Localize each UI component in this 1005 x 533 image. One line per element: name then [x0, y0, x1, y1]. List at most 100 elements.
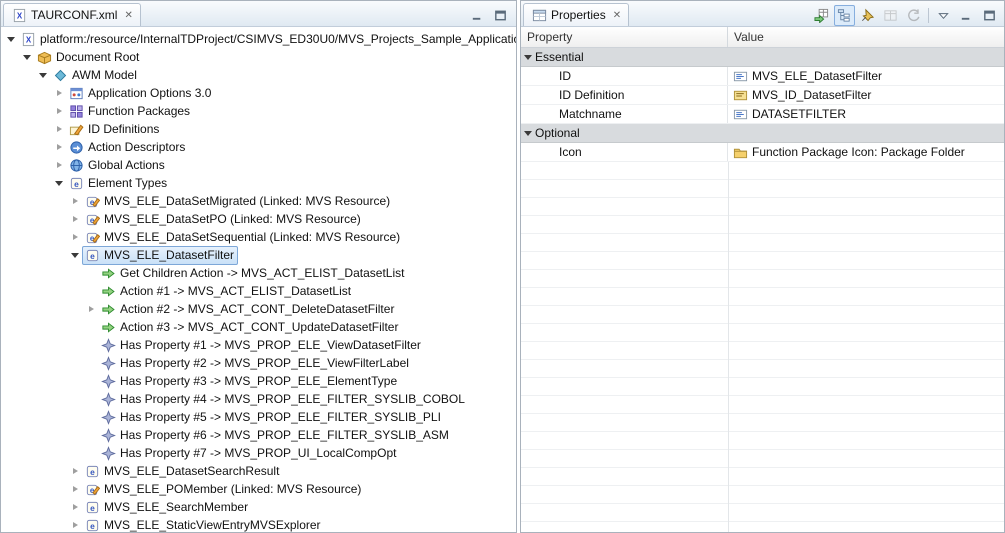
- expand-arrow-icon[interactable]: [68, 192, 82, 210]
- tree-item-content: eMVS_ELE_DataSetPO (Linked: MVS Resource…: [82, 210, 365, 229]
- editor-tab-label: TAURCONF.xml: [31, 8, 117, 22]
- property-value[interactable]: Function Package Icon: Package Folder: [728, 143, 1004, 161]
- property-icon: [100, 445, 116, 461]
- property-value[interactable]: MVS_ELE_DatasetFilter: [728, 67, 1004, 85]
- expand-arrow-icon[interactable]: [68, 228, 82, 246]
- svg-text:e: e: [90, 466, 95, 476]
- collapse-arrow-icon[interactable]: [68, 246, 82, 264]
- new-properties-view-icon[interactable]: [811, 5, 832, 26]
- tree-item[interactable]: Has Property #3 -> MVS_PROP_ELE_ElementT…: [1, 372, 516, 390]
- tree-item[interactable]: Action #3 -> MVS_ACT_CONT_UpdateDatasetF…: [1, 318, 516, 336]
- maximize-icon[interactable]: [490, 5, 511, 26]
- tree-item-label: MVS_ELE_SearchMember: [104, 500, 248, 514]
- tree-item[interactable]: Has Property #6 -> MVS_PROP_ELE_FILTER_S…: [1, 426, 516, 444]
- action-arrow-icon: [100, 265, 116, 281]
- expand-arrow-icon[interactable]: [68, 516, 82, 532]
- tree-item[interactable]: Has Property #1 -> MVS_PROP_ELE_ViewData…: [1, 336, 516, 354]
- expand-arrow-icon[interactable]: [52, 102, 66, 120]
- tree-item[interactable]: Get Children Action -> MVS_ACT_ELIST_Dat…: [1, 264, 516, 282]
- minimize-icon[interactable]: [956, 5, 977, 26]
- tree-item[interactable]: Has Property #5 -> MVS_PROP_ELE_FILTER_S…: [1, 408, 516, 426]
- tree-item-label: Global Actions: [88, 158, 165, 172]
- minimize-icon[interactable]: [467, 5, 488, 26]
- pin-view-icon[interactable]: [857, 5, 878, 26]
- tree-item[interactable]: Global Actions: [1, 156, 516, 174]
- tree-indent: [4, 381, 84, 382]
- tree-item[interactable]: e MVS_ELE_DatasetSearchResult: [1, 462, 516, 480]
- property-category-row[interactable]: Optional: [521, 124, 1004, 143]
- expand-arrow-icon[interactable]: [68, 480, 82, 498]
- tree-item-label: Has Property #6 -> MVS_PROP_ELE_FILTER_S…: [120, 428, 449, 442]
- tree-item[interactable]: eMVS_ELE_SearchMember: [1, 498, 516, 516]
- tree-item[interactable]: AWM Model: [1, 66, 516, 84]
- expand-arrow-icon[interactable]: [68, 462, 82, 480]
- expand-arrow-icon[interactable]: [84, 300, 98, 318]
- property-row[interactable]: MatchnameDATASETFILTER: [521, 105, 1004, 124]
- expand-arrow-icon[interactable]: [68, 498, 82, 516]
- tree-item[interactable]: Action #1 -> MVS_ACT_ELIST_DatasetList: [1, 282, 516, 300]
- expand-arrow-icon[interactable]: [52, 156, 66, 174]
- properties-table-header: Property Value: [521, 27, 1004, 48]
- collapse-arrow-icon[interactable]: [52, 174, 66, 192]
- column-header-value[interactable]: Value: [728, 27, 1004, 47]
- tree-item[interactable]: Application Options 3.0: [1, 84, 516, 102]
- view-menu-icon[interactable]: [933, 5, 954, 26]
- tree-item[interactable]: Function Packages: [1, 102, 516, 120]
- tree-item[interactable]: eMVS_ELE_DataSetPO (Linked: MVS Resource…: [1, 210, 516, 228]
- collapse-arrow-icon[interactable]: [521, 48, 535, 66]
- expand-arrow-icon[interactable]: [52, 138, 66, 156]
- close-icon[interactable]: ✕: [613, 10, 621, 21]
- tree-item[interactable]: Has Property #7 -> MVS_PROP_UI_LocalComp…: [1, 444, 516, 462]
- property-value[interactable]: DATASETFILTER: [728, 105, 1004, 123]
- tree-item-content: Action Descriptors: [66, 138, 189, 157]
- tree-item[interactable]: ID Definitions: [1, 120, 516, 138]
- tree-item[interactable]: eMVS_ELE_DatasetFilter: [1, 246, 516, 264]
- property-row[interactable]: IDMVS_ELE_DatasetFilter: [521, 67, 1004, 86]
- collapse-arrow-icon[interactable]: [4, 30, 18, 48]
- tree-indent: [4, 129, 52, 130]
- action-arrow-icon: [100, 283, 116, 299]
- tree-item-content: Has Property #5 -> MVS_PROP_ELE_FILTER_S…: [98, 408, 445, 427]
- column-header-property[interactable]: Property: [521, 27, 728, 47]
- expand-arrow-icon[interactable]: [68, 210, 82, 228]
- expander-slot: [84, 264, 98, 282]
- expander-slot: [84, 444, 98, 462]
- tree-item[interactable]: Document Root: [1, 48, 516, 66]
- eclipse-window: X TAURCONF.xml ✕ Xplatform:/resource/Int…: [0, 0, 1005, 533]
- property-row[interactable]: IconFunction Package Icon: Package Folde…: [521, 143, 1004, 162]
- tree-indent: [4, 417, 84, 418]
- tree-item[interactable]: eMVS_ELE_DataSetSequential (Linked: MVS …: [1, 228, 516, 246]
- tree-item[interactable]: Has Property #2 -> MVS_PROP_ELE_ViewFilt…: [1, 354, 516, 372]
- tree-item[interactable]: Action Descriptors: [1, 138, 516, 156]
- tree-item-content: eMVS_ELE_StaticViewEntryMVSExplorer: [82, 516, 325, 533]
- expander-slot: [84, 354, 98, 372]
- expand-arrow-icon[interactable]: [52, 120, 66, 138]
- element-types-icon: e: [68, 175, 84, 191]
- tree-item[interactable]: Has Property #4 -> MVS_PROP_ELE_FILTER_S…: [1, 390, 516, 408]
- tree-item-content: Global Actions: [66, 156, 169, 175]
- tree-item[interactable]: eMVS_ELE_POMember (Linked: MVS Resource): [1, 480, 516, 498]
- tree-item-label: MVS_ELE_POMember (Linked: MVS Resource): [104, 482, 361, 496]
- tree-indent: [4, 237, 68, 238]
- close-icon[interactable]: ✕: [124, 10, 132, 21]
- property-row[interactable]: ID DefinitionMVS_ID_DatasetFilter: [521, 86, 1004, 105]
- collapse-arrow-icon[interactable]: [20, 48, 34, 66]
- tree-item[interactable]: eElement Types: [1, 174, 516, 192]
- tab-taurconf-xml[interactable]: X TAURCONF.xml ✕: [3, 3, 141, 26]
- tab-properties[interactable]: Properties ✕: [523, 3, 629, 26]
- show-advanced-properties-icon: [880, 5, 901, 26]
- tree-item[interactable]: Xplatform:/resource/InternalTDProject/CS…: [1, 30, 516, 48]
- maximize-icon[interactable]: [979, 5, 1000, 26]
- tree-item[interactable]: eMVS_ELE_DataSetMigrated (Linked: MVS Re…: [1, 192, 516, 210]
- expand-arrow-icon[interactable]: [52, 84, 66, 102]
- tree-item-content: Document Root: [34, 48, 143, 67]
- tree-item[interactable]: eMVS_ELE_StaticViewEntryMVSExplorer: [1, 516, 516, 532]
- tree-item[interactable]: Action #2 -> MVS_ACT_CONT_DeleteDatasetF…: [1, 300, 516, 318]
- collapse-arrow-icon[interactable]: [521, 124, 535, 142]
- tree-item-label: MVS_ELE_DatasetSearchResult: [104, 464, 279, 478]
- property-category-row[interactable]: Essential: [521, 48, 1004, 67]
- property-value[interactable]: MVS_ID_DatasetFilter: [728, 86, 1004, 104]
- property-name: ID Definition: [521, 86, 728, 104]
- collapse-arrow-icon[interactable]: [36, 66, 50, 84]
- show-categories-icon[interactable]: [834, 5, 855, 26]
